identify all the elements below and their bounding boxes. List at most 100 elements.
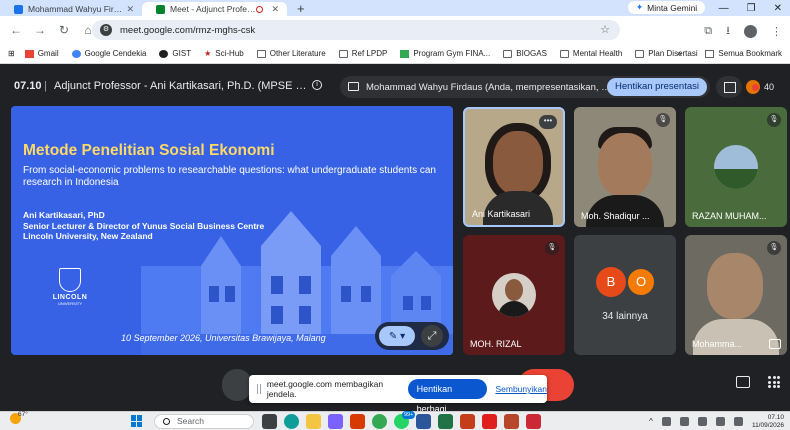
minimize-icon[interactable]: — <box>719 3 729 14</box>
acrobat-icon[interactable] <box>482 414 497 429</box>
volume-icon[interactable] <box>715 417 725 426</box>
participant-name: Moh. Shadiqur ... <box>581 211 650 221</box>
zotero-icon[interactable] <box>526 414 541 429</box>
edge-icon[interactable] <box>284 414 299 429</box>
wifi-icon[interactable] <box>697 417 707 426</box>
office-icon[interactable] <box>350 414 365 429</box>
lincoln-university-logo: LINCOLN UNIVERSITY <box>49 268 91 306</box>
whatsapp-icon[interactable]: 99+ <box>394 411 416 429</box>
participant-avatar <box>714 145 758 189</box>
search-placeholder: Search <box>177 416 204 426</box>
fullscreen-icon[interactable]: ⤢ <box>421 325 443 347</box>
cloud-icon[interactable] <box>679 417 689 426</box>
gym-icon <box>400 49 410 58</box>
participant-tile-others[interactable]: B O 34 lainnya <box>574 235 676 355</box>
tab-meet[interactable]: Meet - Adjunct Professor - ✕ <box>142 2 287 16</box>
tray-app-icon[interactable] <box>661 417 671 426</box>
extensions-icon[interactable]: ⧉ <box>704 25 712 38</box>
site-info-icon[interactable]: ⚙ <box>100 24 112 36</box>
tray-expand-icon[interactable]: ^ <box>649 417 653 426</box>
browser-toolbar: ← → ↻ ⌂ ⚙ meet.google.com/rmz-mghs-csk ☆… <box>0 16 790 44</box>
bookmarks-overflow-button[interactable]: » <box>677 49 681 58</box>
address-bar[interactable]: ⚙ meet.google.com/rmz-mghs-csk ☆ <box>92 20 620 40</box>
share-notice-text: meet.google.com membagikan jendela. <box>266 379 384 399</box>
battery-icon[interactable] <box>733 417 743 426</box>
participant-name: MOH. RIZAL <box>470 339 522 349</box>
participant-tile-shadiqur[interactable]: 🎙 Moh. Shadiqur ... <box>574 107 676 227</box>
participant-tile-ani[interactable]: ••• Ani Kartikasari <box>463 107 565 227</box>
gemini-button[interactable]: ✦ Minta Gemini <box>628 1 706 14</box>
tab-favicon <box>14 5 23 14</box>
taskview-icon[interactable] <box>262 414 277 429</box>
tab-profile[interactable]: Mohammad Wahyu Firdaus - Goo ✕ <box>0 2 142 16</box>
mic-off-icon: 🎙 <box>545 241 559 255</box>
info-icon[interactable]: i <box>312 80 322 90</box>
windows-start-icon[interactable] <box>131 415 143 427</box>
apps-grid-icon[interactable]: ⊞ <box>8 49 15 58</box>
stop-presenting-button[interactable]: Hentikan presentasi <box>607 78 707 96</box>
self-view-icon[interactable] <box>769 339 781 349</box>
bookmark-star-icon[interactable]: ☆ <box>600 23 610 36</box>
logo-sub: UNIVERSITY <box>57 301 82 306</box>
participant-tile-self[interactable]: 🎙 Mohamma... <box>685 235 787 355</box>
mic-off-icon: 🎙 <box>656 113 670 127</box>
taskbar-clock[interactable]: 07.10 11/09/2026 <box>752 414 784 430</box>
powerpoint-icon[interactable] <box>460 414 475 429</box>
taskbar-search[interactable]: Search <box>154 414 254 429</box>
right-controls <box>736 376 780 388</box>
bookmark-gmail[interactable]: Gmail <box>24 49 59 58</box>
bookmark-mental-health[interactable]: Mental Health <box>559 49 622 58</box>
presentation-slide: Metode Penelitian Sosial Ekonomi From so… <box>11 106 453 355</box>
mic-control-button[interactable] <box>222 369 252 401</box>
close-window-icon[interactable]: ✕ <box>774 3 782 14</box>
hide-self-view-icon[interactable] <box>716 76 742 98</box>
chat-icon[interactable] <box>736 376 750 388</box>
tab-title: Meet - Adjunct Professor - <box>170 4 256 14</box>
download-icon[interactable]: ⭳ <box>726 22 730 41</box>
store-icon[interactable] <box>328 414 343 429</box>
new-tab-button[interactable]: + <box>297 2 305 16</box>
menu-icon[interactable]: ⋮ <box>771 25 782 38</box>
hide-notice-link[interactable]: Sembunyikan <box>495 384 547 394</box>
other-avatar-b: B <box>596 267 626 297</box>
activities-icon[interactable] <box>768 376 780 388</box>
folder-icon <box>503 49 513 58</box>
drag-handle-icon[interactable] <box>257 384 261 394</box>
slide-subtitle: From social-economic problems to researc… <box>23 165 436 188</box>
url-text: meet.google.com/rmz-mghs-csk <box>120 24 256 36</box>
profile-avatar[interactable] <box>744 25 757 38</box>
excel-icon[interactable] <box>438 414 453 429</box>
bookmark-biogas[interactable]: BIOGAS <box>503 49 547 58</box>
close-tab-icon[interactable]: ✕ <box>271 4 279 15</box>
bookmark-other-literature[interactable]: Other Literature <box>256 49 326 58</box>
bookmark-scihub[interactable]: ★ Sci-Hub <box>204 49 244 58</box>
maximize-icon[interactable]: ❐ <box>747 3 756 14</box>
bookmark-gist[interactable]: GIST <box>159 49 191 58</box>
gmail-icon <box>24 49 34 58</box>
close-tab-icon[interactable]: ✕ <box>126 4 134 15</box>
recording-icon <box>256 5 264 13</box>
back-icon[interactable]: ← <box>4 23 28 37</box>
weather-widget[interactable]: 67° <box>10 411 28 424</box>
bookmark-program-gym[interactable]: Program Gym FINA... <box>400 49 490 58</box>
forward-icon[interactable]: → <box>28 23 52 37</box>
more-options-icon[interactable]: ••• <box>539 115 557 129</box>
reload-icon[interactable]: ↻ <box>52 23 76 37</box>
word-icon[interactable] <box>416 414 431 429</box>
bookmark-ref-lpdp[interactable]: Ref LPDP <box>338 49 387 58</box>
bookmark-scholar[interactable]: Google Cendekia <box>71 49 146 58</box>
participant-tile-rizal[interactable]: 🎙 MOH. RIZAL <box>463 235 565 355</box>
participant-tile-razan[interactable]: 🎙 RAZAN MUHAM... <box>685 107 787 227</box>
other-avatar-o: O <box>626 267 656 297</box>
file-explorer-icon[interactable] <box>306 414 321 429</box>
participants-button[interactable]: 40 <box>746 76 786 98</box>
stop-sharing-button[interactable]: Hentikan berbagi <box>407 379 488 414</box>
participant-video <box>598 133 652 197</box>
chrome-icon[interactable] <box>372 414 387 429</box>
share-notice-bar: meet.google.com membagikan jendela. Hent… <box>249 375 547 414</box>
pdf-icon[interactable] <box>504 414 519 429</box>
participant-video-body <box>693 319 779 355</box>
annotate-button[interactable]: ✎ ▾ <box>379 326 415 346</box>
meeting-time: 07.10 <box>14 80 42 92</box>
all-bookmarks-button[interactable]: Semua Bookmark <box>705 49 782 58</box>
